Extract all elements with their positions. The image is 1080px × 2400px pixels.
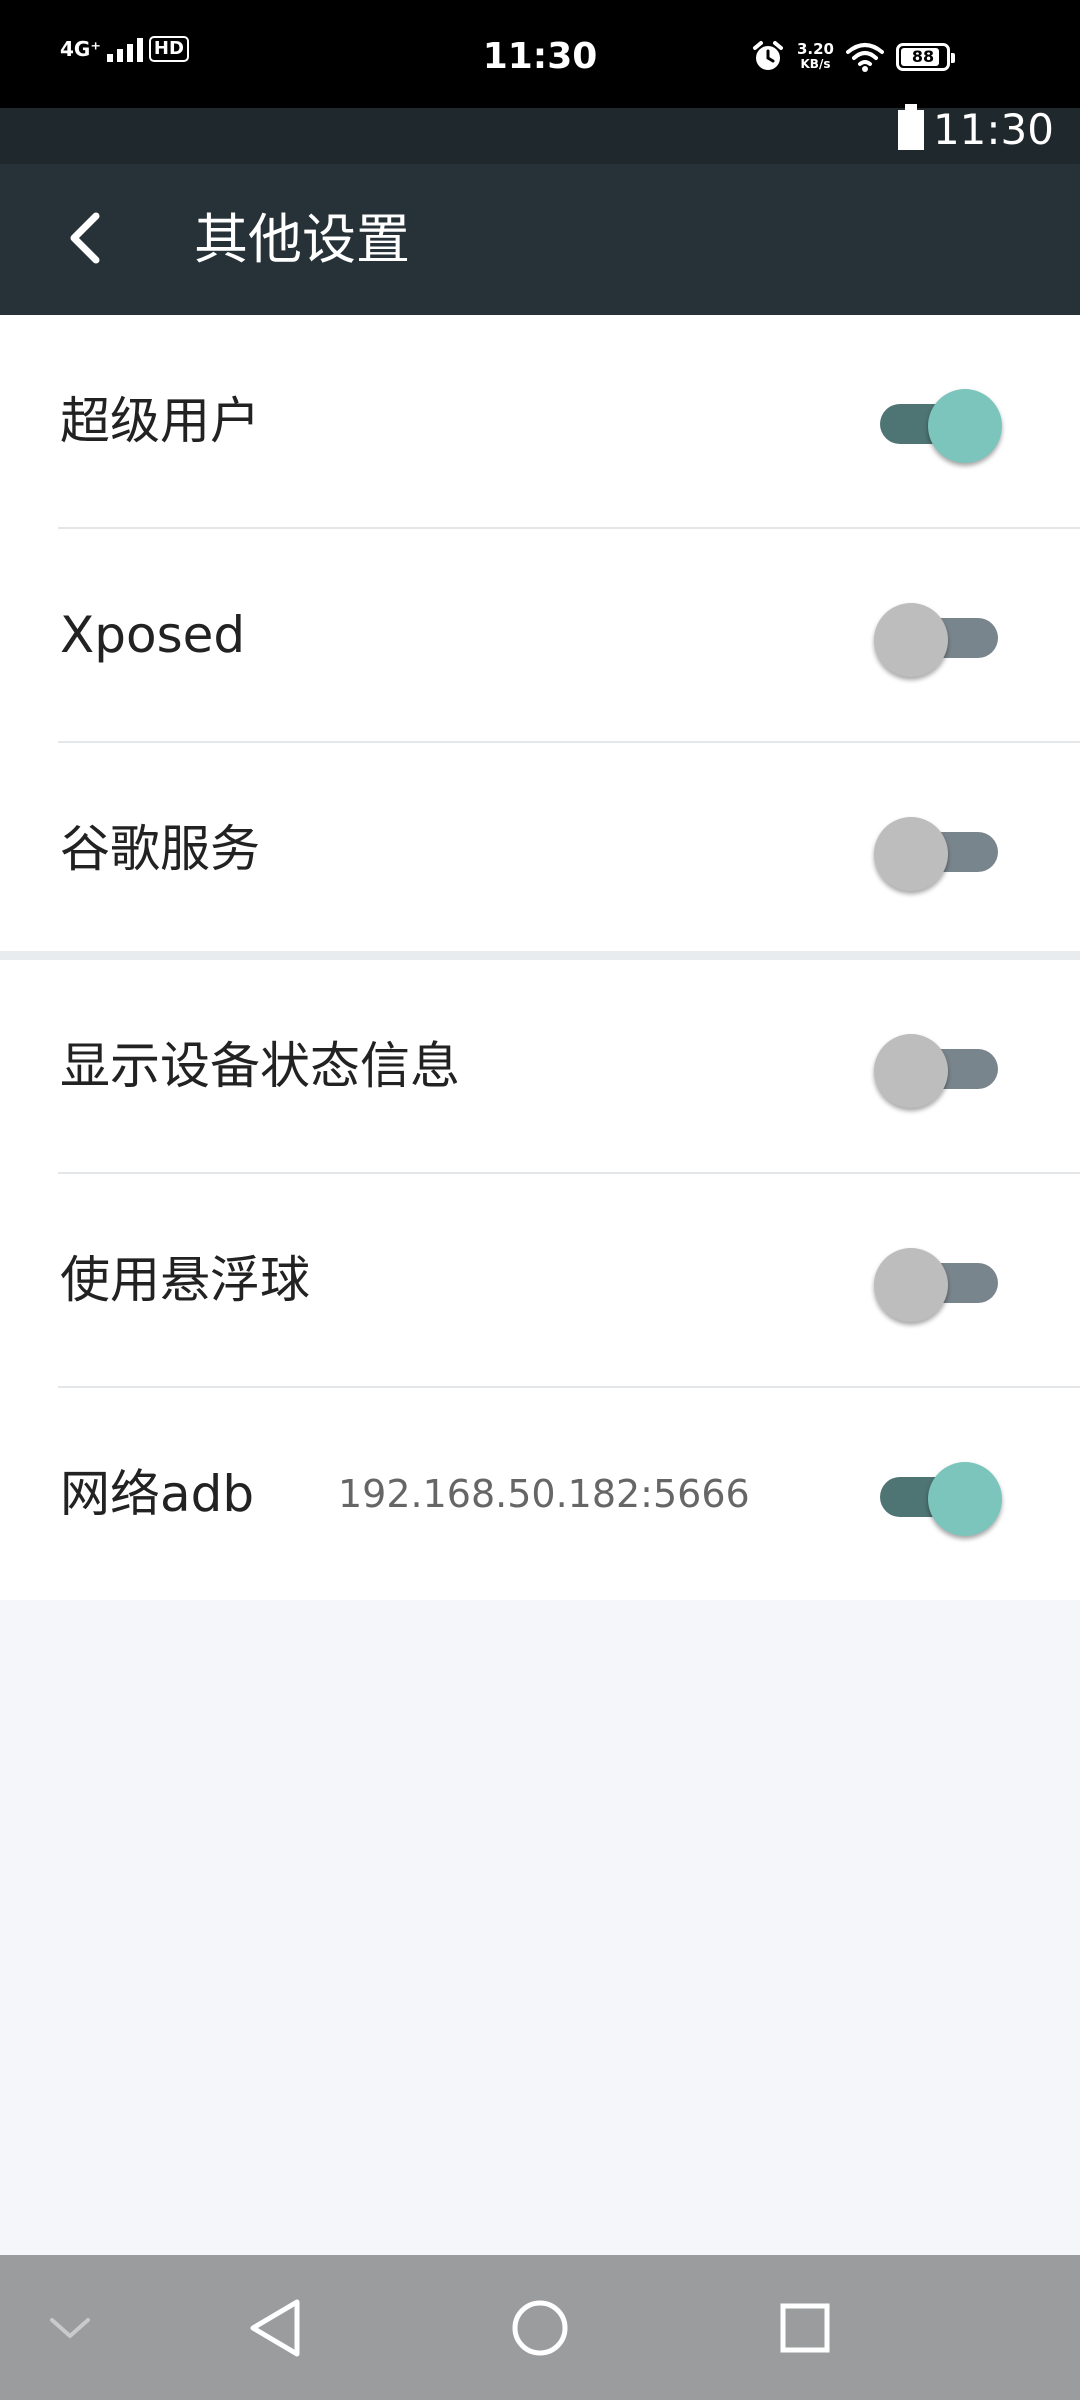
recents-square-icon[interactable] — [770, 2255, 840, 2400]
back-arrow-icon[interactable] — [56, 208, 116, 268]
collapse-chevron-icon[interactable] — [40, 2255, 100, 2400]
status-bar: 4G⁺ HD 11:30 3.20 KB/s 88 — [0, 0, 1080, 108]
secondary-time: 11:30 — [932, 105, 1054, 154]
setting-row-network-adb[interactable]: 网络adb 192.168.50.182:5666 — [0, 1386, 1080, 1600]
toolbar: 其他设置 — [0, 164, 1080, 315]
setting-row-google-services[interactable]: 谷歌服务 — [0, 741, 1080, 955]
status-right-group: 3.20 KB/s 88 — [751, 40, 955, 74]
settings-group-1: 超级用户 Xposed 谷歌服务 — [0, 315, 1080, 955]
navigation-bar — [0, 2255, 1080, 2400]
back-triangle-icon[interactable] — [240, 2255, 310, 2400]
setting-row-xposed[interactable]: Xposed — [0, 527, 1080, 741]
setting-label: Xposed — [60, 606, 246, 664]
setting-label: 谷歌服务 — [60, 820, 260, 878]
setting-row-device-status[interactable]: 显示设备状态信息 — [0, 960, 1080, 1172]
setting-row-floating-ball[interactable]: 使用悬浮球 — [0, 1172, 1080, 1386]
battery-icon: 88 — [896, 43, 955, 71]
setting-row-superuser[interactable]: 超级用户 — [0, 315, 1080, 527]
alarm-icon — [752, 41, 783, 70]
floating-ball-toggle[interactable] — [874, 1248, 1006, 1322]
battery-icon — [898, 104, 924, 150]
net-speed-value: 3.20 — [796, 40, 834, 58]
page-title: 其他设置 — [194, 208, 410, 271]
wifi-icon — [846, 43, 884, 72]
superuser-toggle[interactable] — [874, 389, 1006, 463]
home-circle-icon[interactable] — [505, 2255, 575, 2400]
net-speed-unit: KB/s — [800, 57, 831, 71]
google-services-toggle[interactable] — [874, 817, 1006, 891]
device-status-toggle[interactable] — [874, 1034, 1006, 1108]
adb-address: 192.168.50.182:5666 — [338, 1472, 750, 1516]
network-adb-toggle[interactable] — [874, 1462, 1006, 1536]
setting-label: 使用悬浮球 — [60, 1251, 310, 1309]
setting-label: 网络adb — [60, 1465, 255, 1523]
settings-group-2: 显示设备状态信息 使用悬浮球 网络adb 192.168.50.182:5666 — [0, 960, 1080, 1600]
group-divider — [0, 951, 1080, 960]
setting-label: 超级用户 — [60, 392, 260, 450]
setting-label: 显示设备状态信息 — [60, 1037, 460, 1095]
xposed-toggle[interactable] — [874, 603, 1006, 677]
net-speed: 3.20 KB/s — [797, 42, 834, 72]
battery-level: 88 — [911, 47, 935, 66]
